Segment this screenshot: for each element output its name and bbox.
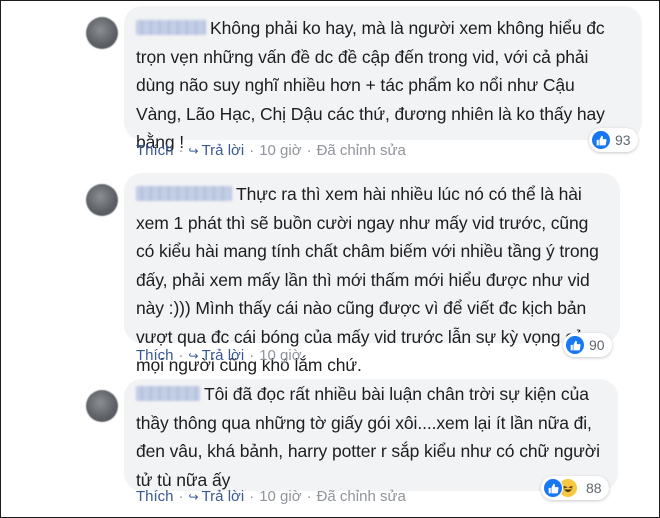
- reaction-summary[interactable]: 88: [541, 476, 609, 500]
- like-link[interactable]: Thích: [136, 347, 174, 364]
- timestamp[interactable]: 10 giờ: [259, 142, 301, 159]
- like-icon: [543, 478, 563, 498]
- like-icon: [565, 335, 585, 355]
- reaction-count: 88: [586, 480, 602, 496]
- reply-icon: ↪: [188, 490, 199, 504]
- separator-dot: ·: [306, 142, 312, 159]
- reply-link[interactable]: Trả lời: [202, 142, 245, 159]
- separator-dot: ·: [178, 347, 184, 364]
- reply-link[interactable]: Trả lời: [202, 347, 245, 364]
- reaction-count: 93: [615, 132, 631, 148]
- separator-dot: ·: [249, 347, 255, 364]
- reply-link[interactable]: Trả lời: [202, 488, 245, 505]
- like-link[interactable]: Thích: [136, 142, 174, 159]
- avatar[interactable]: [86, 17, 118, 49]
- separator-dot: ·: [178, 142, 184, 159]
- reaction-count: 90: [589, 337, 605, 353]
- avatar[interactable]: [86, 184, 118, 216]
- commenter-name-redacted[interactable]: [136, 386, 200, 401]
- like-link[interactable]: Thích: [136, 488, 174, 505]
- reaction-summary[interactable]: 90: [563, 333, 612, 357]
- reaction-summary[interactable]: 93: [589, 128, 638, 152]
- comment-actions: Thích · ↪ Trả lời · 10 giờ · Đã chỉnh sửa: [136, 488, 406, 505]
- comment-actions: Thích · ↪ Trả lời · 10 giờ · Đã chỉnh sửa: [136, 142, 406, 159]
- separator-dot: ·: [178, 488, 184, 505]
- timestamp[interactable]: 10 giờ: [259, 488, 301, 505]
- commenter-name-redacted[interactable]: [136, 186, 232, 201]
- like-icon: [591, 130, 611, 150]
- reply-icon: ↪: [188, 144, 199, 158]
- commenter-name-redacted[interactable]: [136, 20, 206, 35]
- edited-label[interactable]: Đã chỉnh sửa: [317, 142, 406, 159]
- separator-dot: ·: [249, 488, 255, 505]
- avatar[interactable]: [86, 390, 118, 422]
- edited-label[interactable]: Đã chỉnh sửa: [317, 488, 406, 505]
- separator-dot: ·: [249, 142, 255, 159]
- comment-actions: Thích · ↪ Trả lời · 10 giờ: [136, 347, 302, 364]
- comment-text: Tôi đã đọc rất nhiều bài luận chân trời …: [136, 384, 600, 490]
- timestamp[interactable]: 10 giờ: [259, 347, 301, 364]
- reply-icon: ↪: [188, 349, 199, 363]
- separator-dot: ·: [306, 488, 312, 505]
- comment-text: Không phải ko hay, mà là người xem không…: [136, 18, 605, 152]
